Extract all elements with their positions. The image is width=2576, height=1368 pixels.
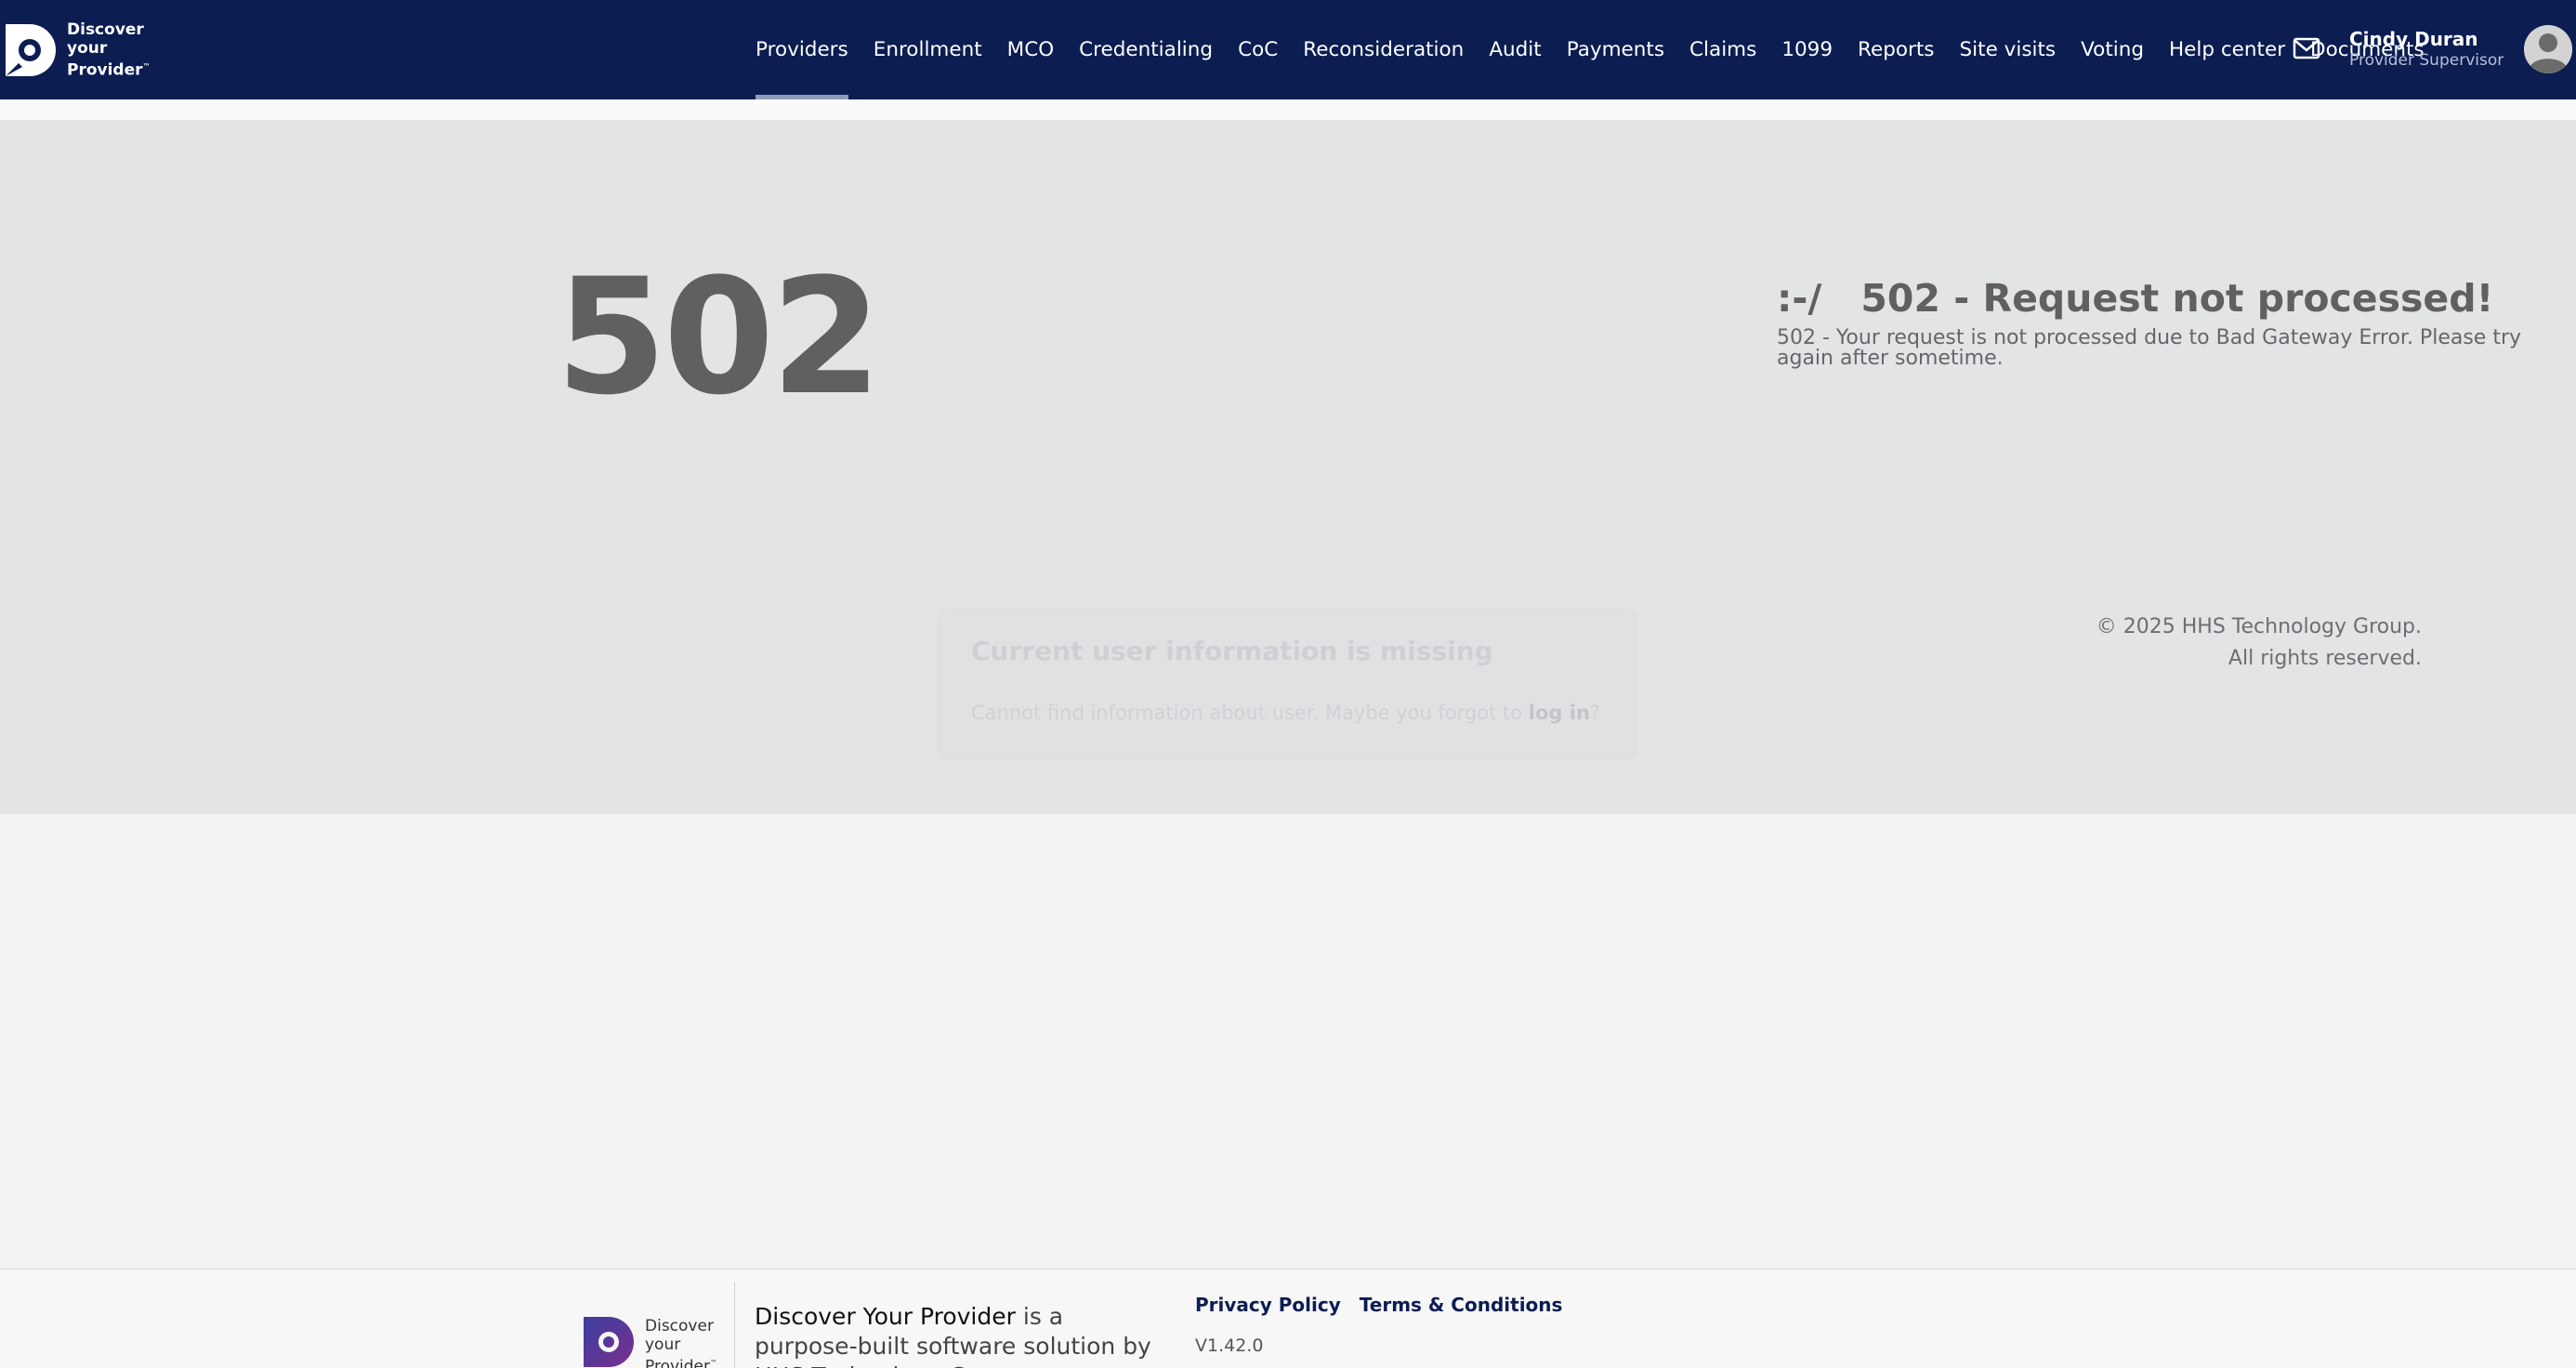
nav-credentialing[interactable]: Credentialing xyxy=(1067,0,1226,99)
nav-enrollment[interactable]: Enrollment xyxy=(861,0,994,99)
user-avatar-icon xyxy=(2524,25,2572,73)
footer-blurb: Discover Your Provider is a purpose-buil… xyxy=(755,1302,1154,1368)
nav-audit[interactable]: Audit xyxy=(1477,0,1554,99)
toast-body: Cannot find information about user. Mayb… xyxy=(971,702,1603,724)
terms-conditions-link[interactable]: Terms & Conditions xyxy=(1360,1294,1563,1316)
toast-body-suffix: ? xyxy=(1589,702,1601,724)
user-role: Provider Supervisor xyxy=(2349,51,2504,70)
toast-body-text: Cannot find information about user. Mayb… xyxy=(971,702,1523,724)
nav-coc[interactable]: CoC xyxy=(1226,0,1291,99)
avatar[interactable] xyxy=(2524,25,2572,73)
nav-help-center[interactable]: Help center xyxy=(2157,0,2298,99)
footer-brand: Discover Your Provider xyxy=(755,1303,1016,1330)
footer-links: Privacy Policy Terms & Conditions xyxy=(1195,1294,1562,1316)
nav-claims[interactable]: Claims xyxy=(1677,0,1769,99)
error-title-text: 502 - Request not processed! xyxy=(1860,276,2494,321)
error-code: 502 xyxy=(556,243,882,430)
footer-logo-wordmark: Discover your Provider™ xyxy=(645,1317,717,1368)
footer-logo-line-1: Discover xyxy=(645,1317,714,1335)
main-nav: Providers Enrollment MCO Credentialing C… xyxy=(756,0,2437,99)
mail-icon[interactable] xyxy=(2293,37,2320,59)
app-version: V1.42.0 xyxy=(1195,1335,1264,1356)
logo-line-3: Provider xyxy=(67,60,143,80)
nav-payments[interactable]: Payments xyxy=(1554,0,1676,99)
nav-providers[interactable]: Providers xyxy=(756,0,861,99)
logo-wordmark: Discover your Provider™ xyxy=(67,20,151,80)
error-title: :-/ 502 - Request not processed! xyxy=(1777,276,2493,321)
discover-your-provider-color-logo-icon xyxy=(584,1317,634,1367)
copyright-line-1: © 2025 HHS Technology Group. xyxy=(2096,615,2422,638)
page-footer: Discover your Provider™ Discover Your Pr… xyxy=(0,1269,2576,1368)
footer-logo-line-3: Provider xyxy=(645,1357,710,1368)
logo-line-1: Discover xyxy=(67,20,144,39)
nav-1099[interactable]: 1099 xyxy=(1769,0,1846,99)
nav-site-visits[interactable]: Site visits xyxy=(1947,0,2069,99)
user-name: Cindy Duran xyxy=(2349,28,2478,50)
logo-trademark: ™ xyxy=(142,62,151,71)
logo-line-2: your xyxy=(67,39,108,58)
copyright: © 2025 HHS Technology Group. All rights … xyxy=(2044,612,2422,675)
privacy-policy-link[interactable]: Privacy Policy xyxy=(1195,1294,1341,1316)
footer-logo: Discover your Provider™ xyxy=(582,1315,717,1368)
top-navigation-bar: Discover your Provider™ Providers Enroll… xyxy=(0,0,2576,99)
app-logo[interactable]: Discover your Provider™ xyxy=(2,20,151,80)
user-info[interactable]: Cindy Duran Provider Supervisor xyxy=(2349,28,2504,71)
footer-logo-trademark: ™ xyxy=(710,1359,717,1367)
nav-reports[interactable]: Reports xyxy=(1846,0,1947,99)
nav-voting[interactable]: Voting xyxy=(2069,0,2157,99)
discover-your-provider-logo-icon xyxy=(6,23,56,76)
missing-user-toast: Current user information is missing Cann… xyxy=(940,612,1634,756)
error-section: 502 :-/ 502 - Request not processed! 502 … xyxy=(0,120,2576,814)
sad-face-emoticon: :-/ xyxy=(1777,276,1822,321)
copyright-line-2: All rights reserved. xyxy=(2228,647,2422,670)
error-message: 502 - Your request is not processed due … xyxy=(1777,326,2522,370)
footer-logo-line-2: your xyxy=(645,1335,681,1354)
header-spacer xyxy=(0,99,2576,120)
footer-divider xyxy=(734,1282,735,1368)
toast-title: Current user information is missing xyxy=(971,636,1493,666)
nav-mco[interactable]: MCO xyxy=(994,0,1067,99)
toast-login-link[interactable]: log in xyxy=(1529,702,1590,724)
nav-reconsideration[interactable]: Reconsideration xyxy=(1291,0,1477,99)
